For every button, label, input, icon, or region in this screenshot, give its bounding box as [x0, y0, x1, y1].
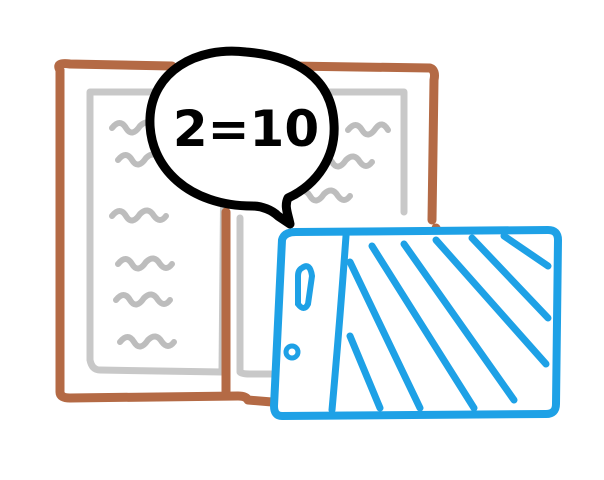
- illustration-canvas: 2=10: [0, 0, 604, 480]
- book-bubble-tablet-illustration: 2=10: [54, 46, 562, 420]
- speech-bubble-icon: 2=10: [145, 46, 339, 229]
- tablet-icon: [270, 226, 562, 420]
- speech-bubble-text: 2=10: [173, 100, 319, 158]
